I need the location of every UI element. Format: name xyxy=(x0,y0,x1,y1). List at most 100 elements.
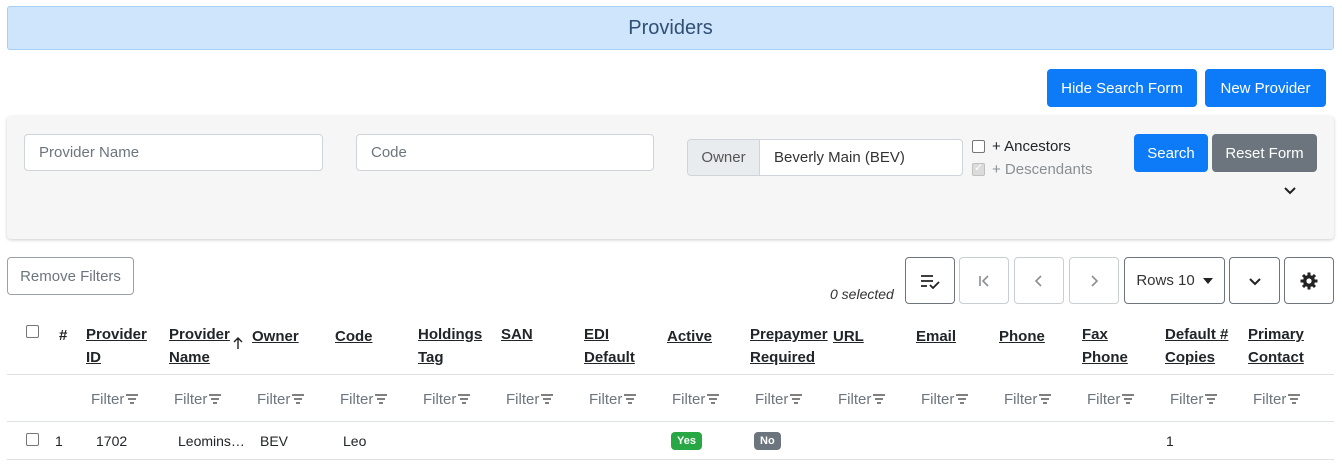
code-input[interactable]: Code xyxy=(356,134,654,171)
filter-icon xyxy=(458,394,471,404)
rows-per-page-dropdown[interactable]: Rows 10 xyxy=(1124,257,1225,304)
expand-options-button[interactable] xyxy=(1229,257,1280,304)
filter-label: Filter xyxy=(755,391,789,408)
sort-ascending-icon xyxy=(232,336,244,354)
column-header-owner[interactable]: Owner xyxy=(252,325,299,348)
header-divider xyxy=(7,374,1334,375)
filter-icon xyxy=(707,394,720,404)
column-header-primary-contact[interactable]: Primary Contact xyxy=(1248,323,1304,369)
column-filter[interactable]: Filter xyxy=(423,391,471,408)
column-header-prepayment-required[interactable]: Prepaymer Required xyxy=(750,323,828,369)
cell-provider-name[interactable]: Leomins… xyxy=(178,433,245,449)
filter-label: Filter xyxy=(921,391,955,408)
column-filter[interactable]: Filter xyxy=(506,391,554,408)
header-line: ID xyxy=(86,349,101,366)
filter-icon xyxy=(541,394,554,404)
chevron-down-icon[interactable] xyxy=(1282,182,1298,198)
settings-button[interactable] xyxy=(1284,257,1334,304)
column-filter[interactable]: Filter xyxy=(921,391,969,408)
header-line: Provider xyxy=(86,326,147,343)
next-page-button[interactable] xyxy=(1069,257,1119,304)
owner-selector[interactable]: Owner Beverly Main (BEV) xyxy=(687,139,963,176)
header-line: Default # xyxy=(1165,326,1229,343)
column-header-email[interactable]: Email xyxy=(916,325,956,348)
column-filter[interactable]: Filter xyxy=(340,391,388,408)
column-header-fax-phone[interactable]: Fax Phone xyxy=(1082,323,1128,369)
filter-divider xyxy=(7,421,1334,422)
previous-page-button[interactable] xyxy=(1014,257,1064,304)
column-header-phone[interactable]: Phone xyxy=(999,325,1045,348)
list-check-icon xyxy=(921,274,940,289)
cell-provider-id: 1702 xyxy=(96,433,128,449)
column-header-active[interactable]: Active xyxy=(667,325,712,348)
filter-label: Filter xyxy=(589,391,623,408)
reset-form-button[interactable]: Reset Form xyxy=(1212,134,1317,172)
filter-icon xyxy=(1039,394,1052,404)
column-header-holdings-tag[interactable]: Holdings Tag xyxy=(418,323,482,369)
descendants-label: + Descendants xyxy=(992,161,1093,178)
header-line: EDI xyxy=(584,326,610,343)
filter-icon xyxy=(790,394,803,404)
column-header-provider-name[interactable]: Provider Name xyxy=(169,323,230,369)
prepayment-badge: No xyxy=(754,432,781,450)
column-header-default-copies[interactable]: Default # Copies xyxy=(1165,323,1228,369)
header-line: Holdings xyxy=(418,326,483,343)
owner-value[interactable]: Beverly Main (BEV) xyxy=(760,140,962,175)
cell-default-copies: 1 xyxy=(1166,433,1174,449)
search-button[interactable]: Search xyxy=(1134,134,1208,172)
descendants-option: + Descendants xyxy=(972,161,1092,178)
column-header-code[interactable]: Code xyxy=(335,325,373,348)
column-filter[interactable]: Filter xyxy=(755,391,803,408)
remove-filters-button[interactable]: Remove Filters xyxy=(7,257,134,295)
filter-label: Filter xyxy=(174,391,208,408)
filter-label: Filter xyxy=(423,391,457,408)
column-filter[interactable]: Filter xyxy=(1004,391,1052,408)
column-header-number: # xyxy=(59,327,68,344)
row-checkbox[interactable] xyxy=(26,433,39,446)
ancestors-label: + Ancestors xyxy=(992,138,1071,155)
filter-label: Filter xyxy=(838,391,872,408)
column-header-edi-default[interactable]: EDI Default xyxy=(584,323,635,369)
filter-label: Filter xyxy=(672,391,706,408)
first-page-button[interactable] xyxy=(959,257,1009,304)
column-filter[interactable]: Filter xyxy=(1170,391,1218,408)
cell-code: Leo xyxy=(343,433,367,449)
filter-label: Filter xyxy=(91,391,125,408)
filter-icon xyxy=(126,394,139,404)
select-all-checkbox[interactable] xyxy=(26,325,39,338)
header-line: Tag xyxy=(418,349,444,366)
filter-icon xyxy=(1288,394,1301,404)
column-filter[interactable]: Filter xyxy=(838,391,886,408)
column-filter[interactable]: Filter xyxy=(1253,391,1301,408)
column-filter[interactable]: Filter xyxy=(174,391,222,408)
ancestors-checkbox[interactable] xyxy=(972,140,985,153)
column-header-provider-id[interactable]: Provider ID xyxy=(86,323,147,369)
header-line: Fax xyxy=(1082,326,1108,343)
column-filter[interactable]: Filter xyxy=(672,391,720,408)
filter-icon xyxy=(956,394,969,404)
first-page-icon xyxy=(979,274,989,287)
header-line: Required xyxy=(750,349,816,366)
provider-name-input[interactable]: Provider Name xyxy=(24,134,323,171)
header-line: Prepaymer xyxy=(750,326,828,343)
filter-icon xyxy=(624,394,637,404)
new-provider-button[interactable]: New Provider xyxy=(1205,69,1326,107)
column-filter[interactable]: Filter xyxy=(1087,391,1135,408)
column-header-san[interactable]: SAN xyxy=(501,323,533,346)
column-filter[interactable]: Filter xyxy=(91,391,139,408)
filter-icon xyxy=(1122,394,1135,404)
owner-label: Owner xyxy=(688,140,760,175)
filter-icon xyxy=(209,394,222,404)
chevron-right-icon xyxy=(1091,274,1099,287)
hide-search-form-button[interactable]: Hide Search Form xyxy=(1047,69,1197,107)
chevron-down-icon xyxy=(1248,277,1261,285)
column-filter[interactable]: Filter xyxy=(257,391,305,408)
filter-label: Filter xyxy=(340,391,374,408)
header-line: Default xyxy=(584,349,635,366)
column-header-url[interactable]: URL xyxy=(833,325,864,348)
descendants-checkbox xyxy=(972,161,985,176)
column-filter[interactable]: Filter xyxy=(589,391,637,408)
rows-per-page-label: Rows 10 xyxy=(1136,272,1195,289)
ancestors-option[interactable]: + Ancestors xyxy=(972,138,1071,155)
column-selector-button[interactable] xyxy=(905,257,955,304)
